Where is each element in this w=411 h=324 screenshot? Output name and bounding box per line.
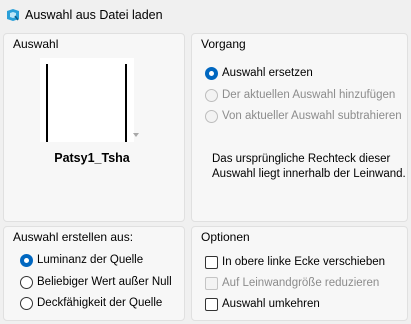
radio-label: Auswahl ersetzen [222, 67, 313, 79]
thumbnail-left-edge [46, 64, 48, 142]
chevron-down-icon[interactable] [133, 133, 139, 137]
optionen-group-title: Optionen [201, 230, 250, 244]
checkbox-label: Auf Leinwandgröße reduzieren [222, 277, 380, 289]
thumbnail-name: Patsy1_Tsha [54, 151, 130, 165]
checkbox-icon[interactable] [205, 277, 218, 290]
window-title: Auswahl aus Datei laden [25, 8, 163, 22]
checkbox-icon[interactable] [205, 256, 218, 269]
radio-icon[interactable] [205, 89, 218, 102]
radio-label: Von aktueller Auswahl subtrahieren [222, 110, 402, 122]
radio-label: Luminanz der Quelle [37, 254, 144, 266]
erstellen-group-title: Auswahl erstellen aus: [13, 230, 134, 244]
vorgang-group-title: Vorgang [201, 37, 246, 51]
optionen-group: Optionen In obere linke Ecke verschieben… [191, 226, 408, 321]
auswahl-group: Auswahl Patsy1_Tsha [3, 33, 185, 222]
selection-thumbnail[interactable] [40, 58, 134, 142]
radio-label: Der aktuellen Auswahl hinzufügen [222, 89, 396, 101]
radio-icon[interactable] [205, 110, 218, 123]
erstellen-group: Auswahl erstellen aus: Luminanz der Quel… [3, 226, 185, 321]
radio-selected-icon[interactable] [205, 67, 218, 80]
auswahl-group-title: Auswahl [13, 37, 59, 51]
radio-icon[interactable] [20, 276, 33, 289]
selection-icon [7, 9, 19, 21]
radio-label: Beliebiger Wert außer Null [37, 276, 172, 288]
vorgang-group: Vorgang Auswahl ersetzen Der aktuellen A… [191, 33, 408, 222]
info-note: Das ursprüngliche Rechteck dieser Auswah… [212, 153, 406, 180]
thumbnail-right-edge [125, 64, 127, 142]
radio-label: Deckfähigkeit der Quelle [37, 297, 163, 309]
checkbox-label: Auswahl umkehren [222, 298, 320, 310]
radio-selected-icon[interactable] [20, 254, 33, 267]
checkbox-label: In obere linke Ecke verschieben [222, 256, 386, 268]
checkbox-icon[interactable] [205, 298, 218, 311]
title-bar: Auswahl aus Datei laden [0, 0, 411, 30]
radio-icon[interactable] [20, 297, 33, 310]
